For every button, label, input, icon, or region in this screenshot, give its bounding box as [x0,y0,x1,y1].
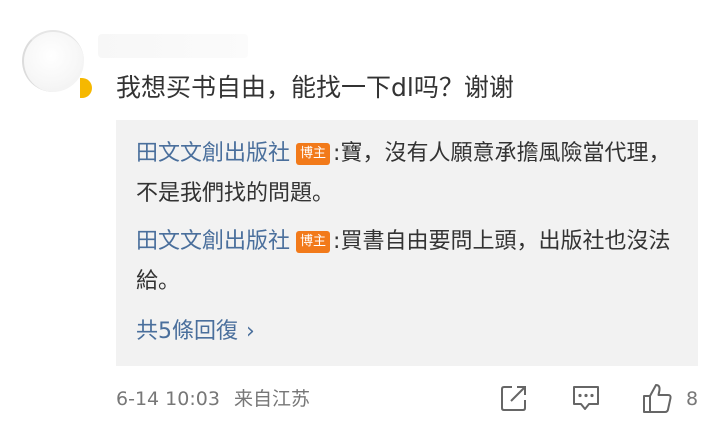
more-replies-link[interactable]: 共5條回復 › [136,312,255,352]
reply-item: 田文文創出版社 博主:買書自由要問上頭，出版社也沒法給。 [136,222,688,302]
avatar[interactable] [22,30,84,92]
reply-author-link[interactable]: 田文文創出版社 [136,229,290,254]
more-replies-label: 共5條回復 [136,319,238,344]
thumbs-up-icon [643,384,672,413]
comment-datetime: 6-14 10:03 [116,388,220,410]
like-count: 8 [686,388,699,410]
comment-meta: 6-14 10:03 来自江苏 [116,386,310,412]
share-button[interactable] [498,382,530,416]
comment-button[interactable] [570,382,602,416]
username-blurred[interactable] [98,34,248,58]
comment-text: 我想买书自由，能找一下dl吗？谢谢 [116,73,514,102]
comment-icon [573,386,599,410]
share-icon [501,386,526,411]
comment-location: 来自江苏 [233,388,310,410]
replies-box: 田文文創出版社 博主:寶，沒有人願意承擔風險當代理，不是我們找的問題。 田文文創出… [116,120,698,366]
reply-author-link[interactable]: 田文文創出版社 [136,141,290,166]
reply-item: 田文文創出版社 博主:寶，沒有人願意承擔風險當代理，不是我們找的問題。 [136,134,688,214]
blogger-badge: 博主 [296,231,331,253]
like-button[interactable] [640,382,674,416]
chevron-right-icon: › [246,319,255,344]
verified-badge-icon [80,78,92,98]
blogger-badge: 博主 [296,143,331,165]
